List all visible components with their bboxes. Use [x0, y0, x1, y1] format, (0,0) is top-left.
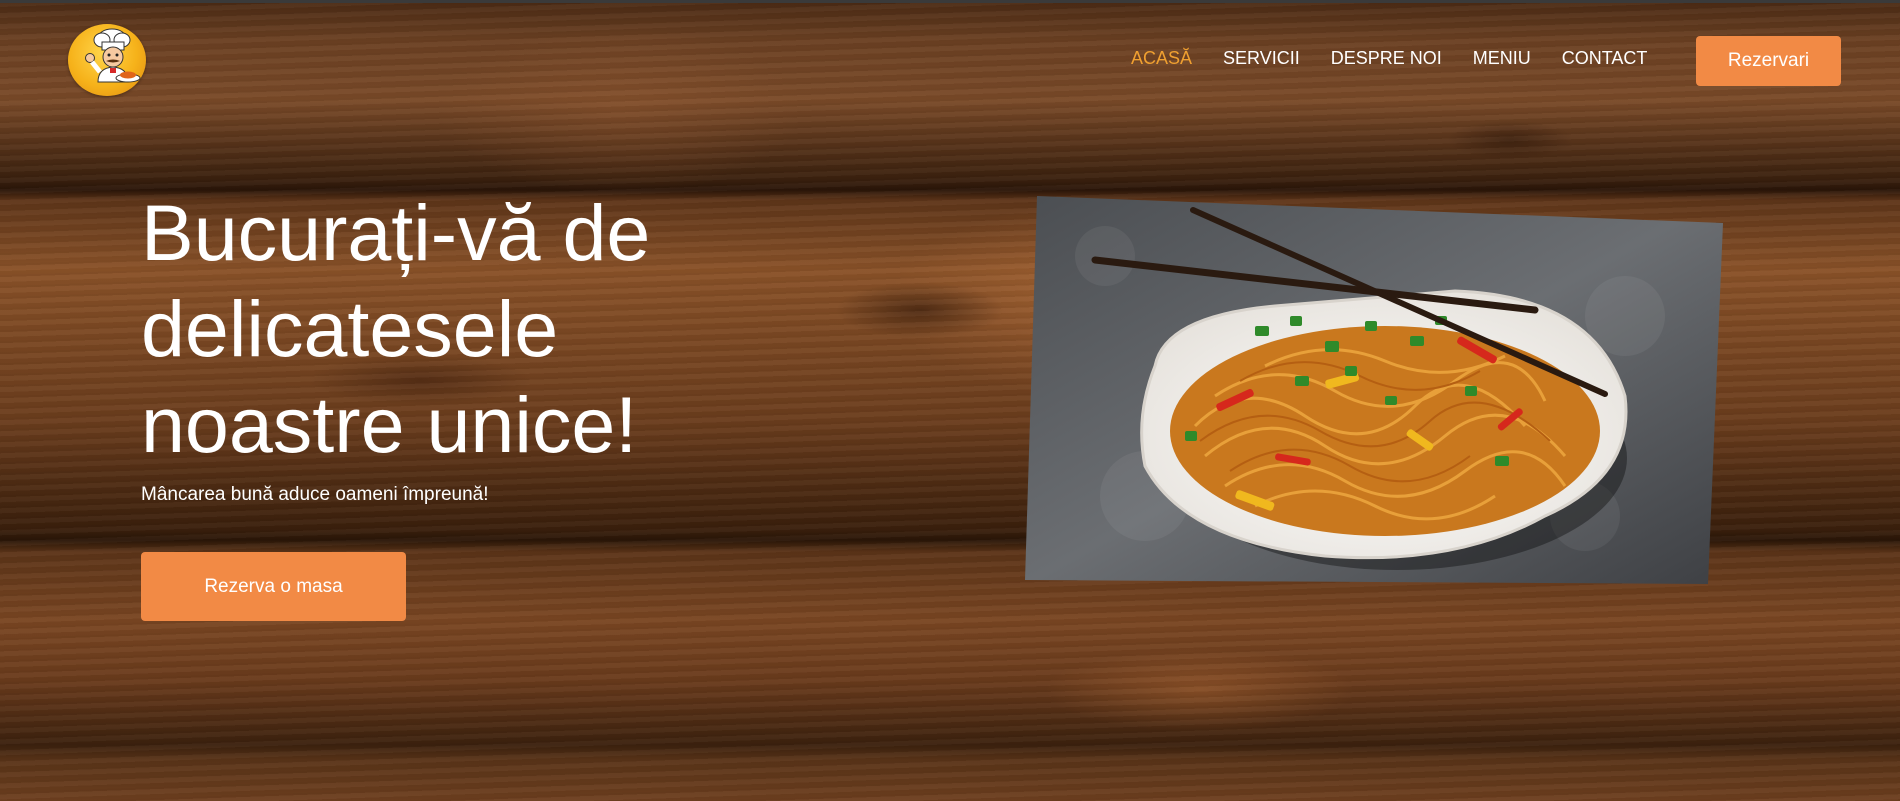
hero-subtitle: Mâncarea bună aduce oameni împreună! — [141, 484, 489, 505]
nav-item-servicii[interactable]: SERVICII — [1223, 48, 1300, 69]
hero-page: ACASĂ SERVICII DESPRE NOI MENIU CONTACT … — [0, 0, 1900, 801]
chef-mascot-icon — [85, 28, 141, 83]
noodles-dish-photo — [1025, 196, 1723, 584]
main-nav: ACASĂ SERVICII DESPRE NOI MENIU CONTACT — [1131, 48, 1647, 69]
nav-item-despre-noi[interactable]: DESPRE NOI — [1331, 48, 1442, 69]
nav-item-contact[interactable]: CONTACT — [1562, 48, 1648, 69]
book-table-button[interactable]: Rezerva o masa — [141, 552, 406, 621]
top-border — [0, 0, 1900, 3]
nav-item-acasa[interactable]: ACASĂ — [1131, 48, 1192, 69]
reservations-button[interactable]: Rezervari — [1696, 36, 1841, 86]
logo[interactable] — [68, 24, 146, 96]
nav-item-meniu[interactable]: MENIU — [1473, 48, 1531, 69]
hero-title: Bucurați-vă de delicatesele noastre unic… — [141, 188, 651, 469]
